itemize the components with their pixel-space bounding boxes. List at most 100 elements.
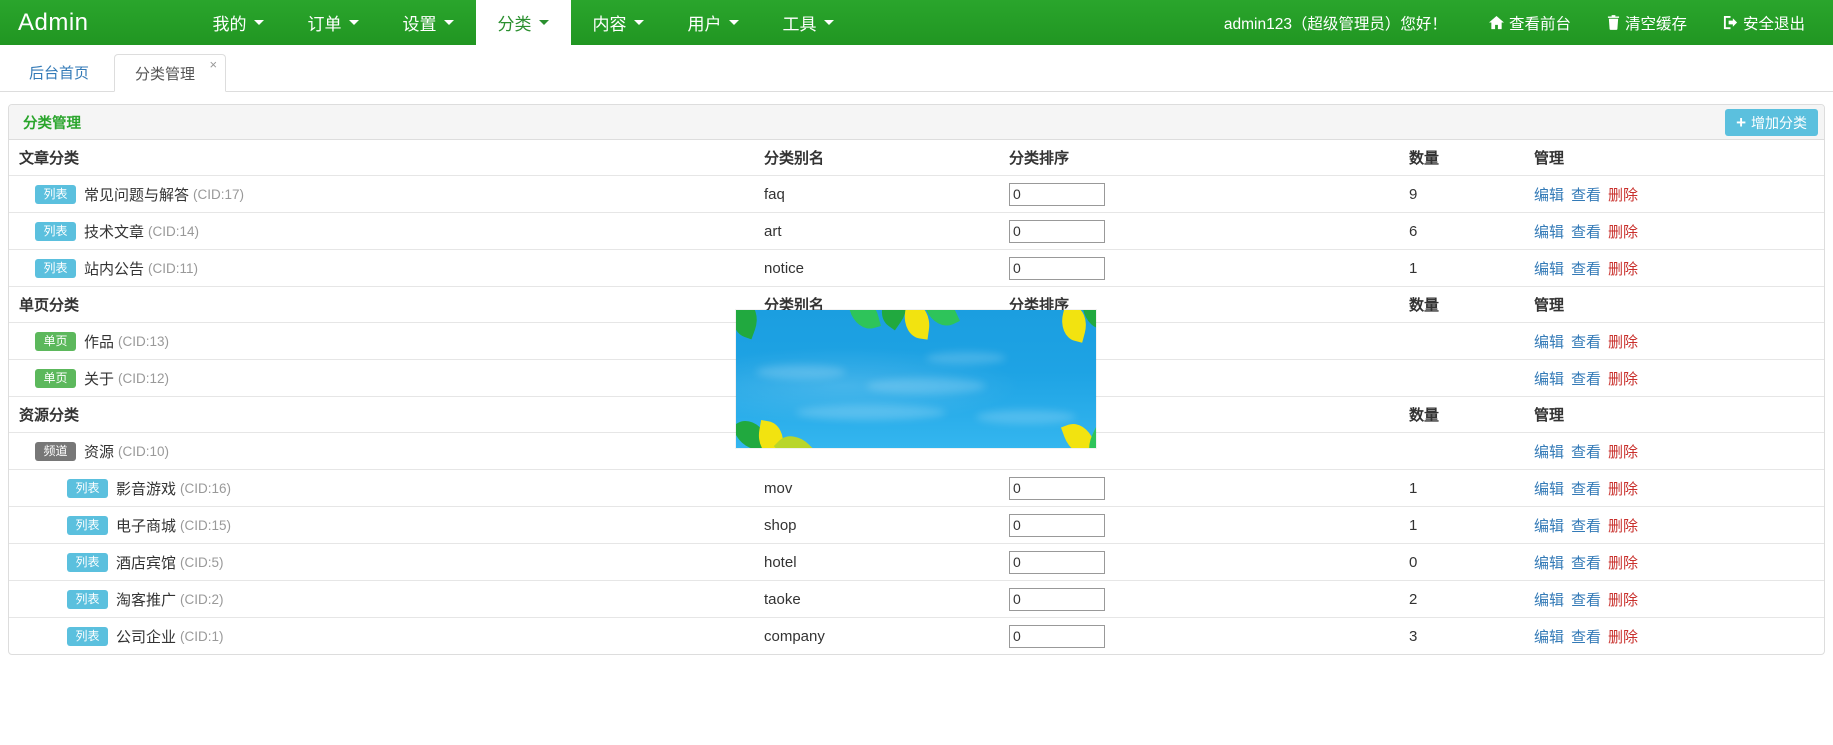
edit-link[interactable]: 编辑 bbox=[1534, 518, 1564, 535]
category-name[interactable]: 关于 bbox=[84, 368, 114, 389]
edit-link[interactable]: 编辑 bbox=[1534, 555, 1564, 572]
view-link[interactable]: 查看 bbox=[1571, 481, 1601, 498]
row-actions: 编辑查看删除 bbox=[1524, 544, 1824, 581]
nav-item-label: 我的 bbox=[213, 10, 247, 35]
sort-order-input[interactable] bbox=[1009, 514, 1105, 537]
category-name-wrapper: 单页关于(CID:12) bbox=[19, 368, 744, 389]
category-cid: (CID:5) bbox=[180, 555, 224, 570]
category-name[interactable]: 资源 bbox=[84, 441, 114, 462]
category-cid: (CID:11) bbox=[148, 261, 198, 276]
sort-order-input[interactable] bbox=[1009, 551, 1105, 574]
category-name-wrapper: 列表公司企业(CID:1) bbox=[19, 626, 744, 647]
nav-item-3[interactable]: 分类 bbox=[476, 0, 571, 45]
nav-item-1[interactable]: 订单 bbox=[286, 0, 381, 45]
category-name[interactable]: 作品 bbox=[84, 331, 114, 352]
user-greeting: admin123（超级管理员）您好！ bbox=[1200, 0, 1471, 45]
edit-link[interactable]: 编辑 bbox=[1534, 592, 1564, 609]
view-link[interactable]: 查看 bbox=[1571, 261, 1601, 278]
tab-strip: 后台首页分类管理× bbox=[0, 45, 1833, 92]
type-badge: 列表 bbox=[67, 627, 108, 646]
edit-link[interactable]: 编辑 bbox=[1534, 371, 1564, 388]
delete-link[interactable]: 删除 bbox=[1608, 224, 1638, 241]
close-icon[interactable]: × bbox=[209, 58, 217, 71]
category-count: 0 bbox=[1399, 544, 1524, 581]
chevron-down-icon bbox=[349, 20, 359, 25]
group-header-sort: 分类排序 bbox=[999, 140, 1399, 176]
sort-order-input[interactable] bbox=[1009, 625, 1105, 648]
delete-link[interactable]: 删除 bbox=[1608, 444, 1638, 461]
category-name[interactable]: 站内公告 bbox=[84, 258, 144, 279]
nav-item-6[interactable]: 工具 bbox=[761, 0, 856, 45]
edit-link[interactable]: 编辑 bbox=[1534, 187, 1564, 204]
clear-cache-link[interactable]: 清空缓存 bbox=[1589, 0, 1705, 45]
nav-item-2[interactable]: 设置 bbox=[381, 0, 476, 45]
cloud-shape bbox=[796, 405, 946, 420]
row-actions: 编辑查看删除 bbox=[1524, 507, 1824, 544]
nav-item-0[interactable]: 我的 bbox=[191, 0, 286, 45]
category-name[interactable]: 影音游戏 bbox=[116, 478, 176, 499]
view-frontend-link[interactable]: 查看前台 bbox=[1471, 0, 1589, 45]
view-link[interactable]: 查看 bbox=[1571, 224, 1601, 241]
add-category-button[interactable]: + 增加分类 bbox=[1725, 109, 1818, 136]
view-link[interactable]: 查看 bbox=[1571, 518, 1601, 535]
logout-link[interactable]: 安全退出 bbox=[1705, 0, 1823, 45]
leaf-icon bbox=[847, 310, 881, 333]
category-cid: (CID:10) bbox=[118, 444, 169, 459]
delete-link[interactable]: 删除 bbox=[1608, 592, 1638, 609]
table-row: 列表站内公告(CID:11)notice1编辑查看删除 bbox=[9, 250, 1824, 287]
edit-link[interactable]: 编辑 bbox=[1534, 629, 1564, 646]
tab-0[interactable]: 后台首页 bbox=[8, 53, 110, 91]
sort-order-input[interactable] bbox=[1009, 588, 1105, 611]
sort-order-input[interactable] bbox=[1009, 257, 1105, 280]
delete-link[interactable]: 删除 bbox=[1608, 629, 1638, 646]
view-link[interactable]: 查看 bbox=[1571, 629, 1601, 646]
row-actions: 编辑查看删除 bbox=[1524, 581, 1824, 618]
view-link[interactable]: 查看 bbox=[1571, 444, 1601, 461]
delete-link[interactable]: 删除 bbox=[1608, 187, 1638, 204]
category-name[interactable]: 电子商城 bbox=[116, 515, 176, 536]
category-sort-cell bbox=[999, 507, 1399, 544]
sort-order-input[interactable] bbox=[1009, 220, 1105, 243]
category-count: 9 bbox=[1399, 176, 1524, 213]
view-link[interactable]: 查看 bbox=[1571, 555, 1601, 572]
edit-link[interactable]: 编辑 bbox=[1534, 481, 1564, 498]
category-name[interactable]: 常见问题与解答 bbox=[84, 184, 189, 205]
edit-link[interactable]: 编辑 bbox=[1534, 444, 1564, 461]
delete-link[interactable]: 删除 bbox=[1608, 334, 1638, 351]
delete-link[interactable]: 删除 bbox=[1608, 555, 1638, 572]
group-header-row: 文章分类分类别名分类排序数量管理 bbox=[9, 140, 1824, 176]
sort-order-input[interactable] bbox=[1009, 477, 1105, 500]
category-name-cell: 列表公司企业(CID:1) bbox=[9, 618, 754, 655]
delete-link[interactable]: 删除 bbox=[1608, 261, 1638, 278]
nav-item-4[interactable]: 内容 bbox=[571, 0, 666, 45]
table-row: 列表淘客推广(CID:2)taoke2编辑查看删除 bbox=[9, 581, 1824, 618]
brand-logo[interactable]: Admin bbox=[0, 0, 111, 45]
category-name[interactable]: 淘客推广 bbox=[116, 589, 176, 610]
row-actions: 编辑查看删除 bbox=[1524, 176, 1824, 213]
view-link[interactable]: 查看 bbox=[1571, 334, 1601, 351]
delete-link[interactable]: 删除 bbox=[1608, 481, 1638, 498]
edit-link[interactable]: 编辑 bbox=[1534, 334, 1564, 351]
view-link[interactable]: 查看 bbox=[1571, 371, 1601, 388]
nav-item-label: 分类 bbox=[498, 10, 532, 35]
category-name[interactable]: 技术文章 bbox=[84, 221, 144, 242]
view-link[interactable]: 查看 bbox=[1571, 592, 1601, 609]
edit-link[interactable]: 编辑 bbox=[1534, 261, 1564, 278]
clear-cache-label: 清空缓存 bbox=[1625, 12, 1687, 34]
chevron-down-icon bbox=[539, 20, 549, 25]
category-name-cell: 列表酒店宾馆 (CID:5) bbox=[9, 544, 754, 581]
delete-link[interactable]: 删除 bbox=[1608, 518, 1638, 535]
category-sort-cell bbox=[999, 176, 1399, 213]
group-header-manage: 管理 bbox=[1524, 397, 1824, 433]
category-name[interactable]: 酒店宾馆 bbox=[116, 552, 176, 573]
sort-order-input[interactable] bbox=[1009, 183, 1105, 206]
category-cid: (CID:15) bbox=[180, 518, 231, 533]
nav-item-5[interactable]: 用户 bbox=[666, 0, 761, 45]
type-badge: 列表 bbox=[67, 553, 108, 572]
view-link[interactable]: 查看 bbox=[1571, 187, 1601, 204]
tab-1[interactable]: 分类管理× bbox=[114, 54, 226, 92]
category-count bbox=[1399, 433, 1524, 470]
delete-link[interactable]: 删除 bbox=[1608, 371, 1638, 388]
category-name[interactable]: 公司企业 bbox=[116, 626, 176, 647]
edit-link[interactable]: 编辑 bbox=[1534, 224, 1564, 241]
